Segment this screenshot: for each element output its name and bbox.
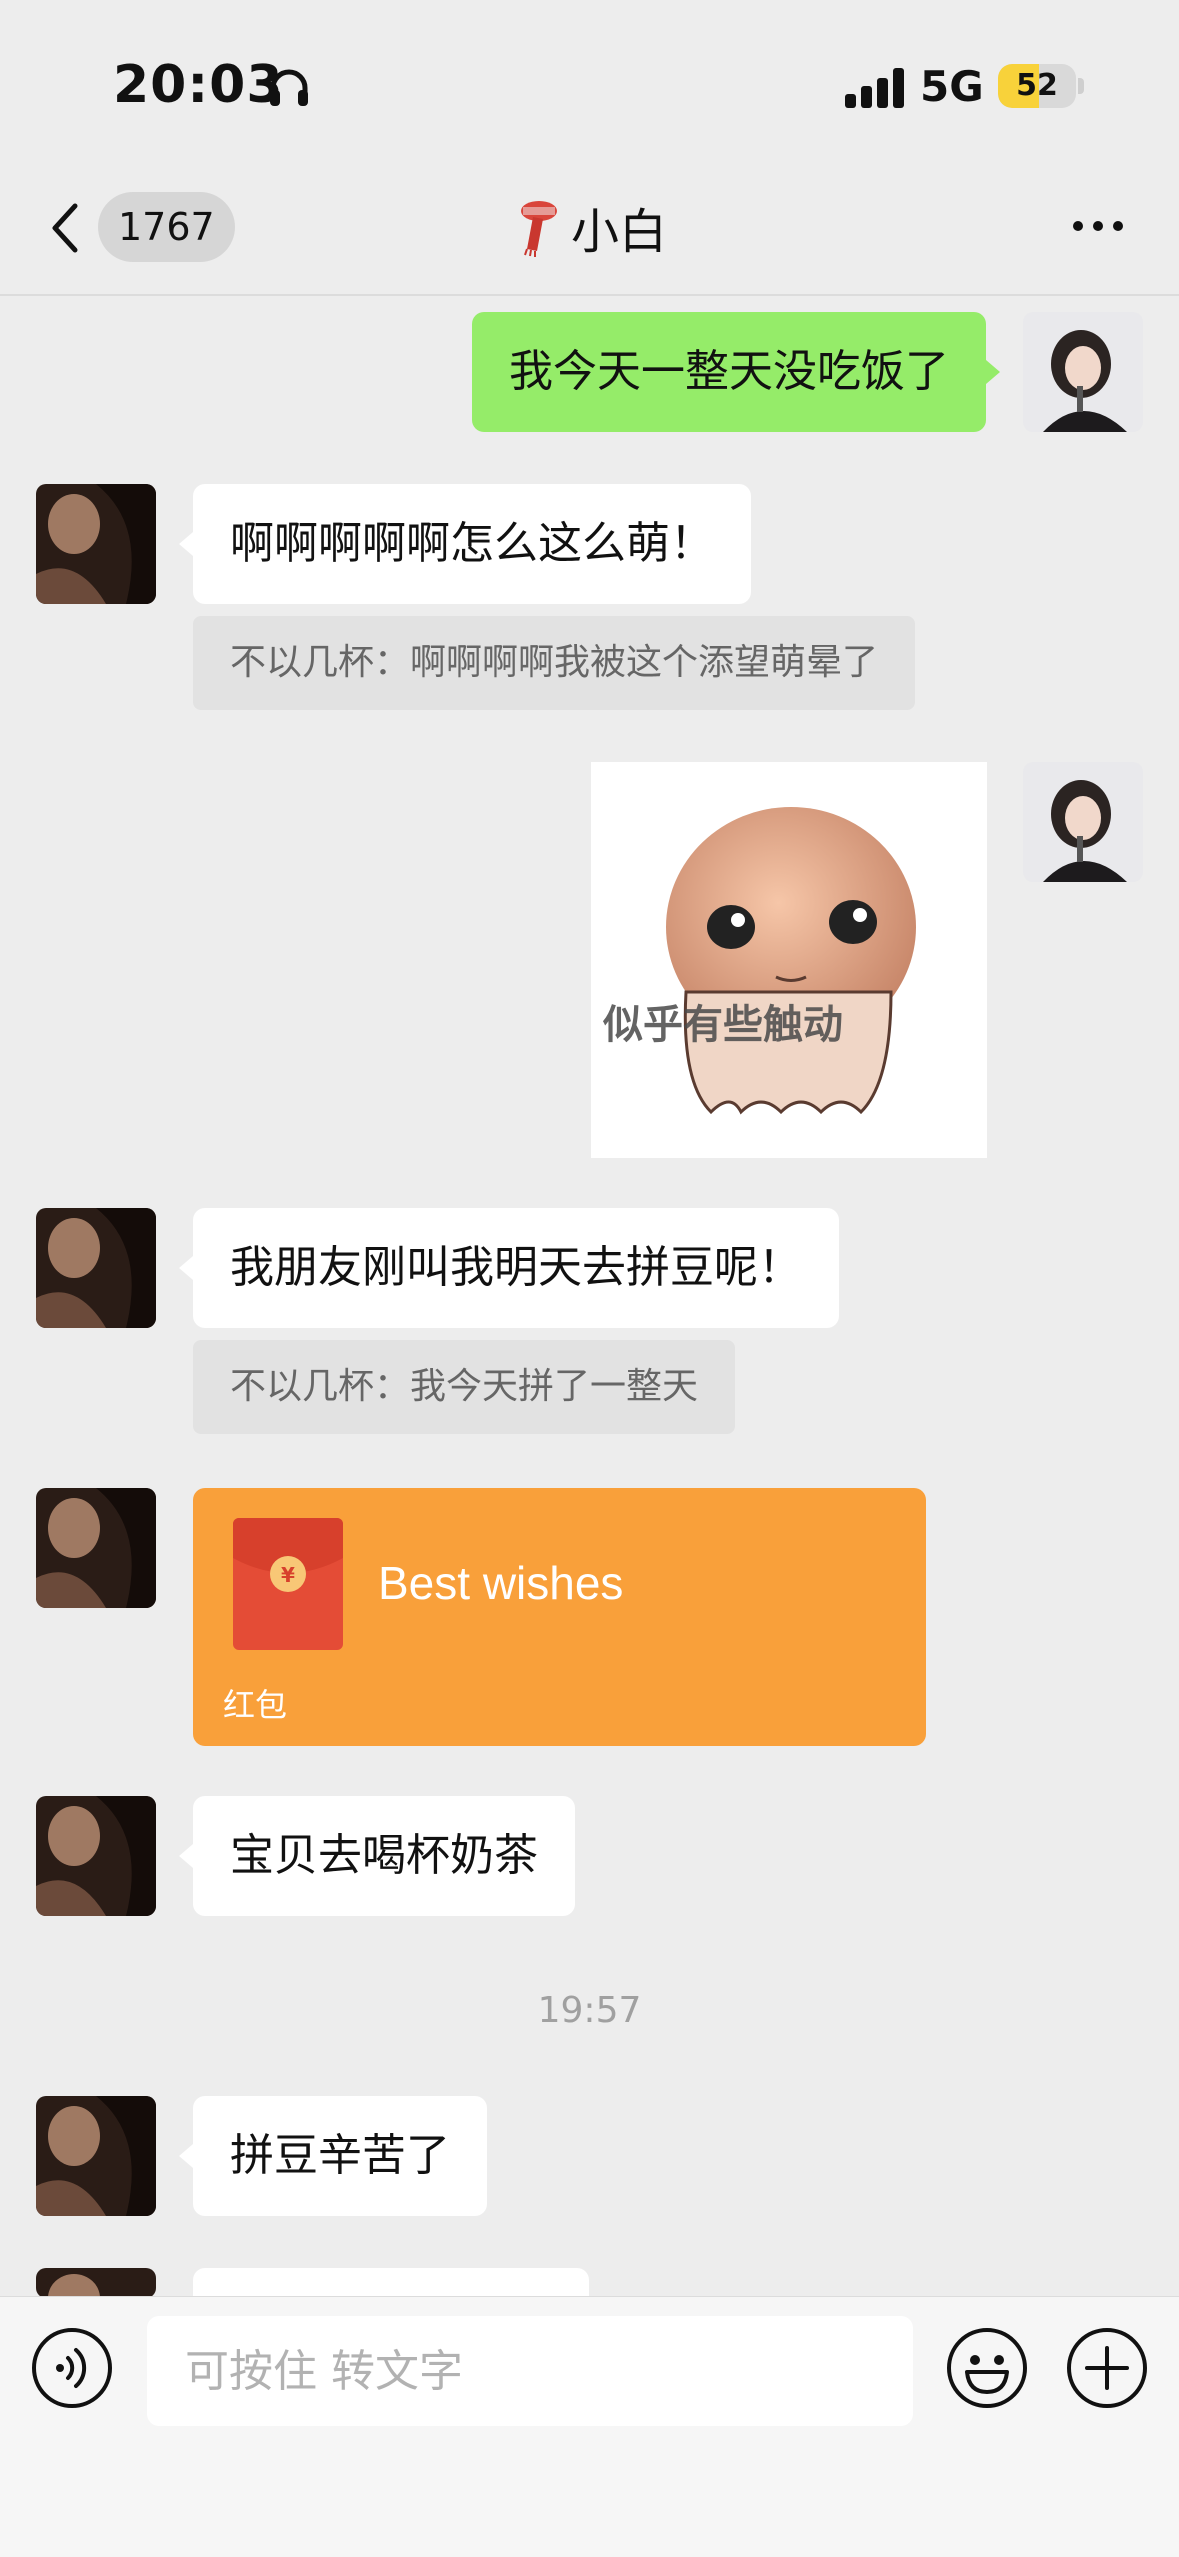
contact-avatar[interactable] xyxy=(36,1208,156,1328)
contact-avatar-image xyxy=(36,2268,156,2298)
contact-avatar[interactable] xyxy=(36,2268,156,2298)
sticker-art: 似乎有些触动 xyxy=(602,807,916,1115)
svg-text:¥: ¥ xyxy=(281,1563,295,1587)
quoted-reply[interactable]: 不以几杯：我今天拼了一整天 xyxy=(193,1340,736,1434)
bubble-tail xyxy=(179,1844,193,1868)
received-message-bubble[interactable]: 拼豆辛苦了 xyxy=(193,2096,487,2216)
bubble-tail xyxy=(986,360,1000,384)
my-avatar[interactable] xyxy=(1023,312,1143,432)
red-packet-card[interactable]: ¥ Best wishes 红包 xyxy=(193,1488,926,1746)
sticker-caption: 似乎有些触动 xyxy=(602,1002,843,1048)
header-divider xyxy=(0,294,1179,296)
partial-image-message[interactable] xyxy=(193,2268,589,2298)
bubble-tail xyxy=(179,2144,193,2168)
unread-count-badge[interactable]: 1767 xyxy=(98,192,235,262)
my-avatar-image xyxy=(1023,762,1143,882)
received-message-bubble[interactable]: 啊啊啊啊啊怎么这么萌！ xyxy=(193,484,751,604)
contact-avatar-image xyxy=(36,2096,156,2216)
battery-nub xyxy=(1078,78,1084,94)
signal-icon xyxy=(845,68,905,108)
received-message-bubble[interactable]: 我朋友刚叫我明天去拼豆呢！ xyxy=(193,1208,839,1328)
status-bar: 20:03 5G 52 xyxy=(0,0,1179,175)
time-separator: 19:57 xyxy=(537,1990,642,2031)
back-icon[interactable] xyxy=(45,200,85,256)
battery-icon: 52 xyxy=(998,64,1076,108)
more-icon[interactable] xyxy=(1070,218,1126,234)
my-avatar[interactable] xyxy=(1023,762,1143,882)
network-type: 5G xyxy=(920,62,984,111)
quoted-reply[interactable]: 不以几杯：啊啊啊啊我被这个添望萌晕了 xyxy=(193,616,916,710)
sent-message-bubble[interactable]: 我今天一整天没吃饭了 xyxy=(472,312,986,432)
received-message-bubble[interactable]: 宝贝去喝杯奶茶 xyxy=(193,1796,575,1916)
red-envelope-icon: ¥ xyxy=(233,1518,343,1650)
status-time: 20:03 xyxy=(113,55,284,115)
red-packet-type: 红包 xyxy=(223,1686,288,1724)
message-input[interactable] xyxy=(147,2316,913,2426)
my-avatar-image xyxy=(1023,312,1143,432)
scarf-icon xyxy=(520,201,557,257)
bubble-tail xyxy=(179,1256,193,1280)
contact-avatar-image xyxy=(36,484,156,604)
contact-avatar-image xyxy=(36,1488,156,1608)
sticker-image[interactable]: 似乎有些触动 xyxy=(591,762,987,1158)
contact-avatar[interactable] xyxy=(36,2096,156,2216)
emoji-icon[interactable] xyxy=(945,2326,1029,2410)
contact-avatar[interactable] xyxy=(36,1796,156,1916)
voice-icon[interactable] xyxy=(30,2326,114,2410)
chat-title-text: 小白 xyxy=(570,204,667,260)
contact-avatar[interactable] xyxy=(36,1488,156,1608)
contact-avatar[interactable] xyxy=(36,484,156,604)
headphones-icon xyxy=(270,69,308,106)
plus-icon[interactable] xyxy=(1065,2326,1149,2410)
contact-avatar-image xyxy=(36,1208,156,1328)
chat-title: 小白 xyxy=(440,192,740,262)
red-packet-label: Best wishes xyxy=(378,1557,624,1609)
contact-avatar-image xyxy=(36,1796,156,1916)
bubble-tail xyxy=(179,532,193,556)
battery-level: 52 xyxy=(1016,68,1058,103)
